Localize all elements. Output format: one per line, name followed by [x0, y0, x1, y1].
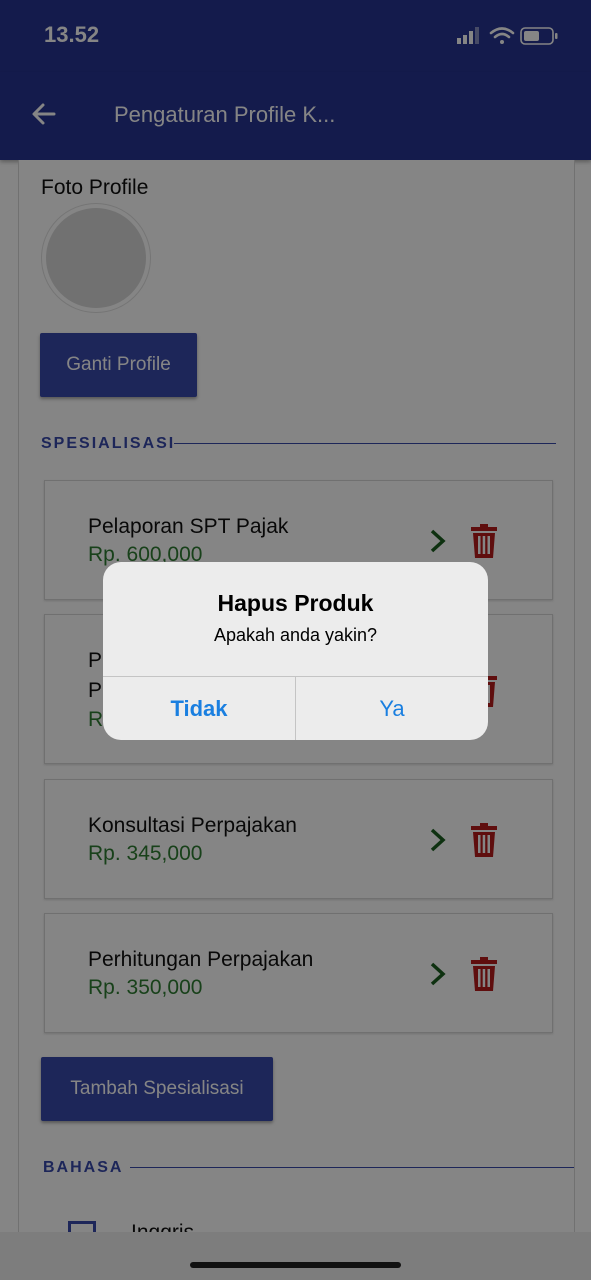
confirm-button[interactable]: Ya	[296, 677, 488, 740]
home-bar-area	[0, 1232, 591, 1280]
home-indicator[interactable]	[190, 1262, 401, 1268]
dialog-message: Apakah anda yakin?	[213, 625, 378, 645]
cancel-button[interactable]: Tidak	[103, 677, 295, 740]
dialog-title: Hapus Produk	[217, 590, 374, 616]
delete-confirm-dialog: Hapus Produk Apakah anda yakin? Tidak Ya	[103, 562, 488, 740]
